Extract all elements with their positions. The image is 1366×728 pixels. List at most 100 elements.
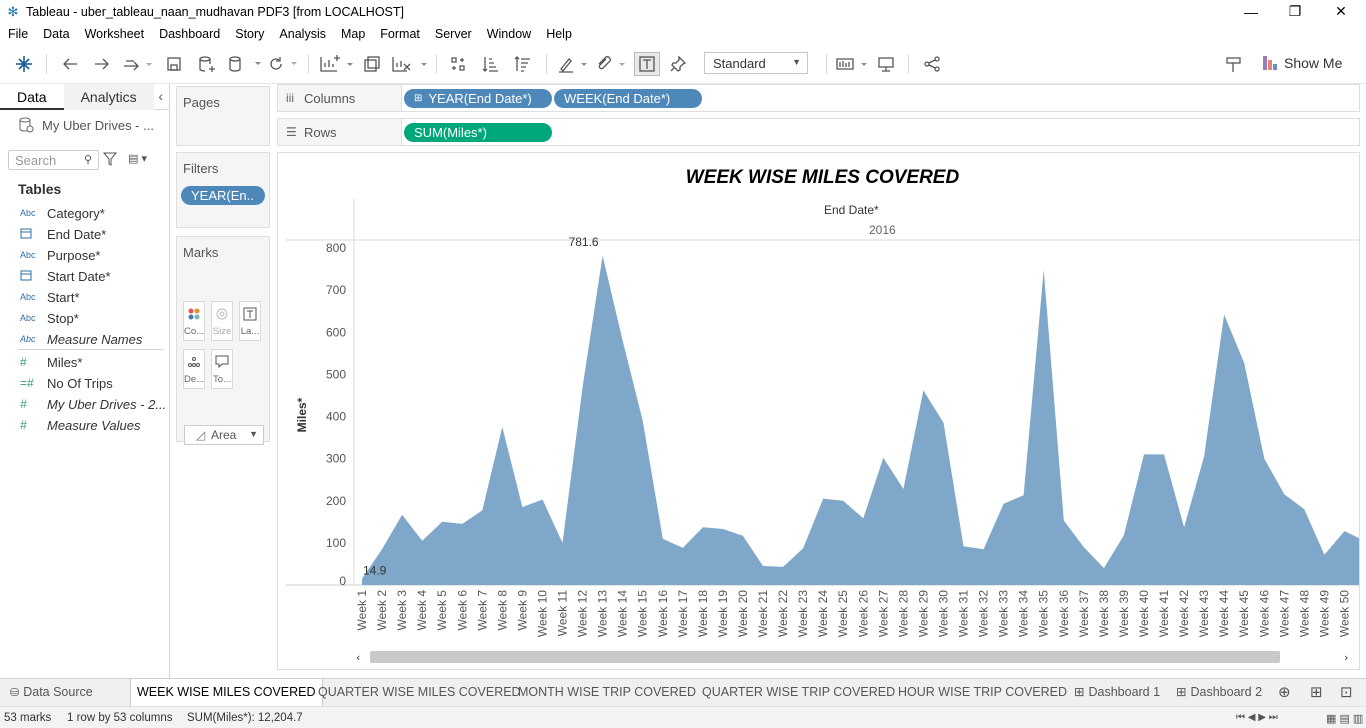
- data-point[interactable]: [379, 546, 385, 552]
- columns-shelf[interactable]: iii Columns ⊞ YEAR(End Date*) WEEK(End Dat…: [277, 84, 1360, 112]
- tab-hour-wise-trip[interactable]: HOUR WISE TRIP COVERED: [892, 679, 1073, 707]
- menu-analysis[interactable]: Analysis: [271, 27, 333, 41]
- fit-mode-select[interactable]: Standard ▼: [704, 52, 808, 74]
- data-point[interactable]: [981, 546, 987, 552]
- data-point[interactable]: [880, 455, 886, 461]
- data-point[interactable]: [800, 545, 806, 551]
- field-no-of-trips[interactable]: =# No Of Trips: [20, 374, 113, 392]
- maximize-button[interactable]: ❐: [1272, 0, 1318, 23]
- data-point[interactable]: [1321, 552, 1327, 558]
- tooltip-mark-button[interactable]: To...: [211, 349, 233, 389]
- pause-updates-icon[interactable]: [226, 52, 264, 76]
- data-point[interactable]: [640, 418, 646, 424]
- data-point[interactable]: [1141, 451, 1147, 457]
- data-point[interactable]: [820, 496, 826, 502]
- data-point[interactable]: [1121, 532, 1127, 538]
- filter-pill-year[interactable]: YEAR(En..: [181, 186, 265, 205]
- field-measure-values[interactable]: # Measure Values: [20, 416, 140, 434]
- data-point[interactable]: [1342, 528, 1348, 534]
- menu-window[interactable]: Window: [479, 27, 538, 41]
- presentation-icon[interactable]: [834, 52, 870, 76]
- data-point[interactable]: [920, 387, 926, 393]
- field-stop[interactable]: Abc Stop*: [20, 309, 79, 327]
- rows-shelf[interactable]: ☰ Rows SUM(Miles*): [277, 118, 1360, 146]
- show-mark-labels-icon[interactable]: [634, 52, 660, 76]
- data-point[interactable]: [1221, 312, 1227, 318]
- new-worksheet-icon[interactable]: [318, 52, 356, 76]
- data-point[interactable]: [1101, 565, 1107, 571]
- data-point[interactable]: [399, 512, 405, 518]
- data-point[interactable]: [680, 545, 686, 551]
- datasource-item[interactable]: My Uber Drives - ...: [18, 117, 154, 133]
- field-measure-names[interactable]: Abc Measure Names: [20, 330, 142, 348]
- data-point[interactable]: [740, 533, 746, 539]
- menu-help[interactable]: Help: [538, 27, 579, 41]
- data-point[interactable]: [1241, 360, 1247, 366]
- undo-icon[interactable]: [58, 52, 82, 76]
- area-chart[interactable]: Miles* 0 100 200 300 400 500 600 700 800 14.9 781.6…: [278, 153, 1360, 670]
- field-start[interactable]: Abc Start*: [20, 288, 80, 306]
- field-end-date[interactable]: End Date*: [20, 225, 106, 243]
- share-icon[interactable]: [920, 52, 944, 76]
- data-point[interactable]: [1301, 506, 1307, 512]
- scroll-right-icon[interactable]: ›: [1344, 651, 1348, 664]
- tableau-home-icon[interactable]: [12, 52, 36, 76]
- data-point[interactable]: [499, 424, 505, 430]
- highlight-icon[interactable]: [556, 52, 590, 76]
- new-worksheet-tab-icon[interactable]: ⊕: [1272, 679, 1297, 707]
- menu-data[interactable]: Data: [35, 27, 76, 41]
- data-point[interactable]: [459, 521, 465, 527]
- field-start-date[interactable]: Start Date*: [20, 267, 111, 285]
- group-members-icon[interactable]: [594, 52, 628, 76]
- horizontal-scrollbar-thumb[interactable]: [370, 651, 1280, 663]
- menu-worksheet[interactable]: Worksheet: [77, 27, 152, 41]
- close-button[interactable]: ✕: [1318, 0, 1364, 23]
- data-point[interactable]: [1281, 491, 1287, 497]
- format-painter-icon[interactable]: [1222, 52, 1246, 76]
- sort-descending-icon[interactable]: [510, 52, 534, 76]
- data-point[interactable]: [419, 538, 425, 544]
- data-point[interactable]: [479, 507, 485, 513]
- tab-quarter-wise-miles[interactable]: QUARTER WISE MILES COVERED: [312, 679, 527, 707]
- tab-month-wise-trip[interactable]: MONTH WISE TRIP COVERED: [512, 679, 702, 707]
- data-point[interactable]: [519, 504, 525, 510]
- save-icon[interactable]: [162, 52, 186, 76]
- sort-ascending-icon[interactable]: [478, 52, 502, 76]
- data-point[interactable]: [1261, 456, 1267, 462]
- tab-data-source[interactable]: ⛁ Data Source: [4, 679, 99, 707]
- data-point[interactable]: [600, 253, 606, 259]
- data-point[interactable]: [700, 524, 706, 530]
- scroll-left-icon[interactable]: ‹: [356, 651, 360, 664]
- label-mark-button[interactable]: La...: [239, 301, 261, 341]
- redo-icon[interactable]: [90, 52, 114, 76]
- column-pill-year[interactable]: ⊞ YEAR(End Date*): [404, 89, 552, 108]
- show-me-button[interactable]: Show Me: [1262, 53, 1342, 73]
- data-point[interactable]: [1081, 544, 1087, 550]
- refresh-icon[interactable]: [266, 52, 300, 76]
- data-point[interactable]: [660, 536, 666, 542]
- data-point[interactable]: [540, 497, 546, 503]
- new-datasource-icon[interactable]: [194, 52, 218, 76]
- filters-card[interactable]: Filters YEAR(En..: [176, 152, 270, 228]
- data-point[interactable]: [720, 526, 726, 532]
- tab-week-wise-miles[interactable]: WEEK WISE MILES COVERED: [130, 679, 323, 707]
- menu-dashboard[interactable]: Dashboard: [151, 27, 227, 41]
- detail-mark-button[interactable]: De...: [183, 349, 205, 389]
- data-point[interactable]: [1181, 524, 1187, 530]
- data-point[interactable]: [780, 564, 786, 570]
- sheet-nav-icons[interactable]: ⏮ ◀ ▶ ⏭: [1236, 712, 1278, 723]
- replay-icon[interactable]: [120, 52, 154, 76]
- menu-file[interactable]: File: [0, 27, 35, 41]
- presentation-mode-icon[interactable]: [874, 52, 898, 76]
- data-point[interactable]: [580, 384, 586, 390]
- pages-card[interactable]: Pages: [176, 86, 270, 146]
- field-category[interactable]: Abc Category*: [20, 204, 105, 222]
- data-point[interactable]: [1201, 454, 1207, 460]
- menu-map[interactable]: Map: [333, 27, 372, 41]
- field-count[interactable]: # My Uber Drives - 2...: [20, 395, 166, 413]
- tab-data[interactable]: Data: [0, 84, 64, 110]
- size-mark-button[interactable]: Size: [211, 301, 233, 341]
- data-point[interactable]: [941, 420, 947, 426]
- menu-server[interactable]: Server: [427, 27, 479, 41]
- menu-format[interactable]: Format: [372, 27, 427, 41]
